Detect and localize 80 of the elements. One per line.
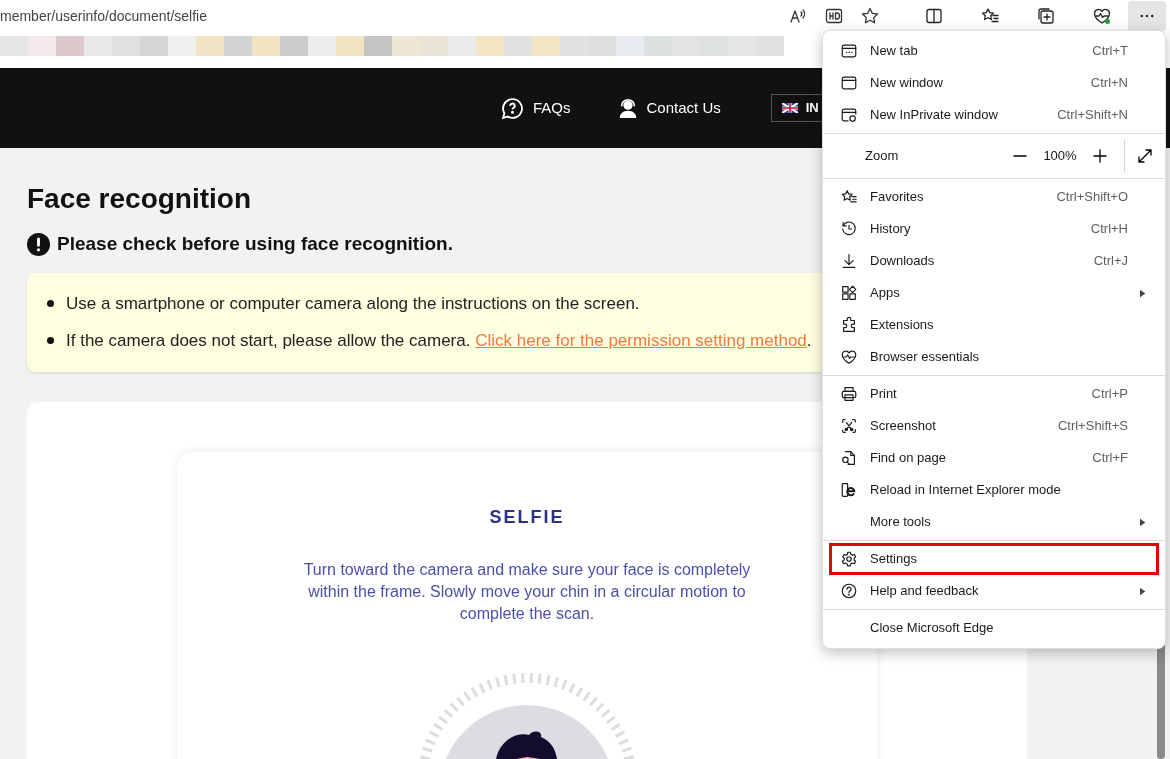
heart-pulse-icon <box>840 348 858 366</box>
menu-item[interactable]: Find on page Ctrl+F <box>829 442 1159 474</box>
puzzle-icon <box>840 316 858 334</box>
menu-item[interactable]: History Ctrl+H <box>829 213 1159 245</box>
split-screen-icon[interactable] <box>924 6 944 26</box>
settings-icon <box>840 550 858 568</box>
menu-item-label: Extensions <box>870 316 935 335</box>
menu-item-label: New InPrivate window <box>870 106 999 125</box>
hd-icon[interactable] <box>824 6 844 26</box>
shortcut-text: Ctrl+Shift+S <box>1057 417 1128 436</box>
menu-item-label: Close Microsoft Edge <box>870 619 995 638</box>
shortcut-text: Ctrl+T <box>1092 42 1128 61</box>
header-link[interactable]: Contact Us <box>616 96 721 120</box>
menu-item-label: New tab <box>870 42 919 61</box>
shortcut-text: Ctrl+Shift+N <box>1057 106 1128 125</box>
star-icon[interactable] <box>860 6 880 26</box>
apps-icon <box>840 284 858 302</box>
window-icon <box>840 74 858 92</box>
zoom-level: 100% <box>1042 147 1078 166</box>
menu-item[interactable]: More tools <box>829 506 1159 538</box>
printer-icon <box>840 385 858 403</box>
screenshot-icon <box>840 417 858 435</box>
ellipsis-icon <box>1140 14 1154 18</box>
menu-item[interactable]: Settings <box>829 543 1159 575</box>
shortcut-text: Ctrl+N <box>1090 74 1128 93</box>
plus-icon <box>1092 148 1108 164</box>
menu-item-label: Find on page <box>870 449 947 468</box>
menu-item[interactable]: Screenshot Ctrl+Shift+S <box>829 410 1159 442</box>
menu-item-label: Print <box>870 385 898 404</box>
menu-item-label: Screenshot <box>870 417 937 436</box>
private-window-icon <box>840 106 858 124</box>
menu-item-label: New window <box>870 74 944 93</box>
help-icon <box>840 582 858 600</box>
menu-item[interactable]: Extensions <box>829 309 1159 341</box>
bullet-icon <box>47 299 54 307</box>
menu-item[interactable]: Help and feedback <box>829 575 1159 607</box>
new-tab-icon <box>840 42 858 60</box>
menu-item-label: Favorites <box>870 188 925 207</box>
menu-item[interactable]: Apps <box>829 277 1159 309</box>
menu-item-label: Reload in Internet Explorer mode <box>870 481 1062 500</box>
minus-icon <box>1013 155 1027 157</box>
menu-item-label: More tools <box>870 513 932 532</box>
menu-item-label: Zoom <box>865 147 900 166</box>
bullet-icon <box>47 337 54 345</box>
page-title: Face recognition <box>27 182 252 216</box>
menu-item-label: Downloads <box>870 252 936 271</box>
flag-icon <box>781 103 798 113</box>
menu-item[interactable]: Print Ctrl+P <box>829 378 1159 410</box>
menu-item-label: Apps <box>870 284 901 303</box>
header-link[interactable]: FAQs <box>500 95 571 121</box>
menu-item[interactable]: New tab Ctrl+T <box>829 35 1159 67</box>
shortcut-text: Ctrl+F <box>1092 449 1128 468</box>
menu-item[interactable]: Reload in Internet Explorer mode <box>829 474 1159 506</box>
notice-heading: Please check before using face recognition. <box>57 232 453 256</box>
menu-item[interactable]: Close Microsoft Edge <box>829 612 1159 644</box>
shortcut-text: Ctrl+J <box>1093 252 1128 271</box>
shortcut-text: Ctrl+H <box>1090 220 1128 239</box>
exclamation-icon <box>27 232 50 256</box>
collections-icon[interactable] <box>1036 6 1056 26</box>
notice-text: If the camera does not start, please allow the camera. Click here for the permission setting method. <box>66 330 812 352</box>
speech-question-icon <box>500 95 525 121</box>
favorites-icon <box>840 188 858 206</box>
menu-item-label: Browser essentials <box>870 348 981 367</box>
menu-item-label: Help and feedback <box>870 582 980 601</box>
history-icon <box>840 220 858 238</box>
shortcut-text: Ctrl+P <box>1091 385 1128 404</box>
menu-item-label: Settings <box>870 550 918 569</box>
download-icon <box>840 252 858 270</box>
selfie-title: SELFIE <box>489 505 565 529</box>
expand-arrow-icon <box>1137 148 1153 164</box>
heart-pulse-icon[interactable] <box>1092 6 1112 26</box>
notice-text: Use a smartphone or computer camera along the instructions on the screen. <box>66 292 640 315</box>
menu-item-label: History <box>870 220 912 239</box>
find-page-icon <box>840 449 858 467</box>
shortcut-text: Ctrl+Shift+O <box>1056 188 1128 207</box>
selfie-instructions: Turn toward the camera and make sure your face is completely within the frame. Slowly move your chin in a circular motion to complete the scan. <box>302 559 752 624</box>
menu-item[interactable]: Downloads Ctrl+J <box>829 245 1159 277</box>
ie-mode-icon <box>840 481 858 499</box>
menu-item[interactable]: Browser essentials <box>829 341 1159 373</box>
menu-item[interactable]: Favorites Ctrl+Shift+O <box>829 181 1159 213</box>
